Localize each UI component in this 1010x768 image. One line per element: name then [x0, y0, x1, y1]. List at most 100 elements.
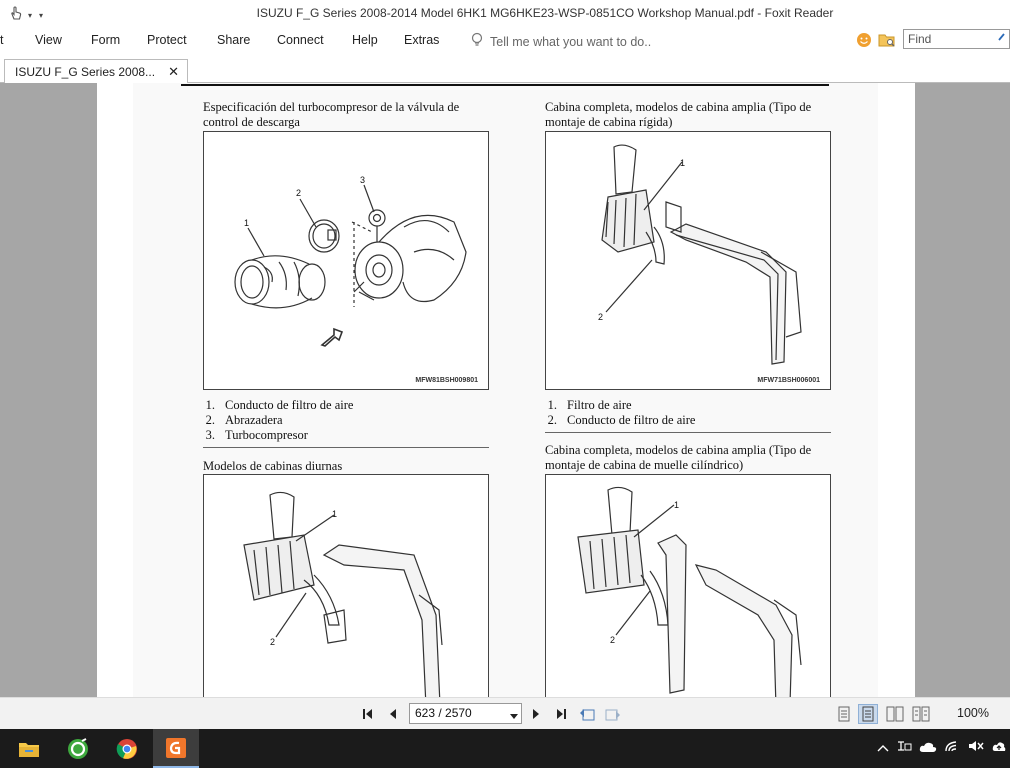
- close-tab-icon[interactable]: ✕: [168, 64, 179, 80]
- first-page-button[interactable]: [360, 705, 378, 723]
- figure-code: MFW71BSH006001: [757, 377, 820, 384]
- turbocharger-diagram: 1 2 3: [234, 175, 467, 347]
- document-tab-label: ISUZU F_G Series 2008...: [15, 65, 156, 79]
- windows-taskbar: [0, 729, 1010, 768]
- legend-rigid-cab: 1. Filtro de aire 2. Conducto de filtro de…: [545, 398, 696, 428]
- continuous-page-icon: [862, 706, 874, 722]
- menu-item-share[interactable]: Share: [217, 33, 250, 47]
- section-title-line: montaje de cabina de muelle cilíndrico): [545, 458, 744, 472]
- menu-item-form[interactable]: Form: [91, 33, 120, 47]
- foxit-reader-button[interactable]: [153, 729, 199, 768]
- find-input[interactable]: Find: [903, 29, 1010, 49]
- section-title-rigid-cab: Cabina completa, modelos de cabina ampli…: [545, 100, 811, 130]
- next-page-icon: [533, 709, 539, 719]
- chrome-icon: [116, 738, 137, 759]
- system-tray: [877, 739, 1006, 758]
- feedback-smile-icon[interactable]: [855, 31, 873, 52]
- page-top-rule: [181, 84, 829, 86]
- legend-num: 2.: [547, 413, 557, 427]
- figure-turbocharger: 1 2 3 MFW81BSH009801: [203, 131, 489, 390]
- language-keyboard-icon[interactable]: [896, 739, 912, 758]
- facing-view-button[interactable]: [886, 705, 904, 723]
- chrome-button[interactable]: [104, 729, 150, 768]
- callout-2: 2: [270, 637, 275, 647]
- file-explorer-icon: [19, 742, 39, 757]
- callout-1: 1: [332, 509, 337, 519]
- callout-1: 1: [244, 218, 249, 228]
- zoom-level[interactable]: 100%: [957, 706, 989, 720]
- document-tab[interactable]: ISUZU F_G Series 2008... ✕: [4, 59, 188, 84]
- page-number-input[interactable]: 623 / 2570: [409, 703, 522, 724]
- day-cab-diagram: 1 2: [243, 491, 443, 697]
- upload-cloud-icon[interactable]: [992, 739, 1006, 758]
- callout-3: 3: [360, 175, 365, 185]
- legend-text: Conducto de filtro de aire: [567, 413, 696, 427]
- page-number-value: 623 / 2570: [415, 706, 472, 720]
- legend-text: Filtro de aire: [567, 398, 632, 412]
- folder-search-icon[interactable]: [877, 31, 897, 52]
- tell-me-text: Tell me what you want to do..: [490, 34, 652, 49]
- find-placeholder: Find: [908, 32, 932, 46]
- search-icon[interactable]: [995, 32, 1007, 49]
- wifi-icon[interactable]: [944, 739, 960, 758]
- document-view[interactable]: Especificación del turbocompresor de la …: [0, 83, 1010, 697]
- onedrive-cloud-icon[interactable]: [919, 740, 937, 758]
- section-title-line: Cabina completa, modelos de cabina ampli…: [545, 100, 812, 114]
- section-title-day-cab: Modelos de cabinas diurnas: [203, 459, 342, 474]
- legend-text: Conducto de filtro de aire: [225, 398, 354, 412]
- page-navigation-bar: 623 / 2570 100%: [0, 697, 1010, 729]
- pdf-page: Especificación del turbocompresor de la …: [97, 83, 915, 697]
- continuous-facing-view-button[interactable]: [912, 705, 930, 723]
- next-view-button[interactable]: [604, 705, 622, 723]
- legend-num: 1.: [205, 398, 215, 412]
- continuous-facing-icon: [912, 706, 930, 722]
- legend-row: 3. Turbocompresor: [203, 428, 353, 443]
- facing-pages-icon: [886, 706, 904, 722]
- file-explorer-button[interactable]: [6, 729, 52, 768]
- chevron-down-icon[interactable]: [510, 709, 518, 723]
- title-bar: ▾ ▾ ISUZU F_G Series 2008-2014 Model 6HK…: [0, 0, 1010, 28]
- legend-text: Turbocompresor: [225, 428, 308, 442]
- spring-cab-diagram: 1 2: [577, 486, 802, 697]
- section-title-line: Cabina completa, modelos de cabina ampli…: [545, 443, 812, 457]
- menu-bar: t View Form Protect Share Connect Help E…: [0, 28, 1010, 54]
- legend-row: 1. Conducto de filtro de aire: [203, 398, 354, 413]
- callout-1: 1: [680, 158, 685, 168]
- next-view-icon: [605, 709, 620, 721]
- menu-item-view[interactable]: View: [35, 33, 62, 47]
- section-title-line: Modelos de cabinas diurnas: [203, 459, 343, 473]
- figure-day-cab-air-filter: 1 2: [203, 474, 489, 697]
- last-page-button[interactable]: [551, 705, 569, 723]
- tell-me-search[interactable]: Tell me what you want to do..: [470, 32, 651, 51]
- legend-row: 2. Abrazadera: [203, 413, 353, 428]
- single-page-view-button[interactable]: [835, 705, 853, 723]
- section-divider: [203, 447, 489, 448]
- callout-2: 2: [598, 312, 603, 322]
- cleaner-app-button[interactable]: [55, 729, 101, 768]
- section-title-line: montaje de cabina rígida): [545, 115, 673, 129]
- menu-item-edit-partial[interactable]: t: [0, 33, 3, 47]
- chevron-up-icon[interactable]: [877, 740, 889, 758]
- section-title-line: Especificación del turbocompresor de la …: [203, 100, 460, 114]
- menu-item-protect[interactable]: Protect: [147, 33, 187, 47]
- section-title-turbo: Especificación del turbocompresor de la …: [203, 100, 459, 130]
- section-title-spring-cab: Cabina completa, modelos de cabina ampli…: [545, 443, 811, 473]
- section-divider: [545, 432, 831, 433]
- air-filter-diagram: 1 2: [598, 144, 802, 365]
- figure-code: MFW81BSH009801: [415, 377, 478, 384]
- previous-page-button[interactable]: [384, 705, 402, 723]
- callout-2: 2: [610, 635, 615, 645]
- previous-view-button[interactable]: [578, 705, 596, 723]
- next-page-button[interactable]: [527, 705, 545, 723]
- callout-2: 2: [296, 188, 301, 198]
- foxit-reader-icon: [166, 737, 186, 758]
- legend-num: 3.: [205, 428, 215, 442]
- continuous-view-button[interactable]: [858, 704, 878, 724]
- volume-muted-icon[interactable]: [967, 739, 985, 758]
- document-tab-strip: ISUZU F_G Series 2008... ✕: [0, 56, 1010, 84]
- window-title: ISUZU F_G Series 2008-2014 Model 6HK1 MG…: [256, 6, 834, 20]
- menu-item-extras[interactable]: Extras: [404, 33, 439, 47]
- first-page-icon: [363, 709, 372, 719]
- menu-item-help[interactable]: Help: [352, 33, 378, 47]
- menu-item-connect[interactable]: Connect: [277, 33, 324, 47]
